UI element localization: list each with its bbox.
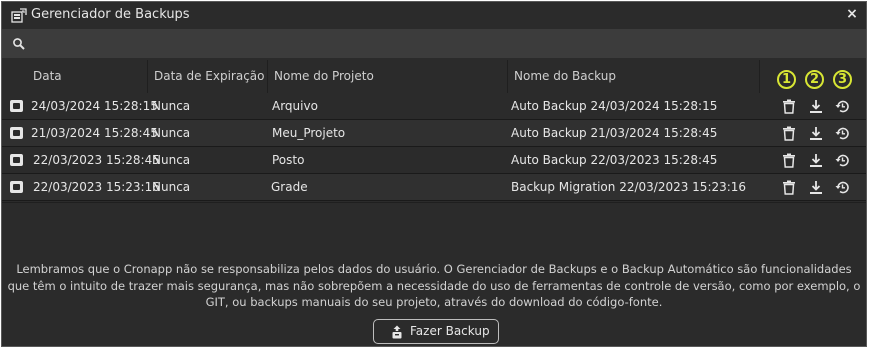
backups-table: Data Data de Expiração Nome do Projeto N… — [2, 60, 866, 202]
title-bar: Gerenciador de Backups × — [2, 2, 866, 29]
column-header-backup[interactable]: Nome do Backup — [507, 60, 759, 93]
trash-icon[interactable] — [782, 126, 796, 141]
backup-file-icon — [10, 181, 23, 193]
row-date: 22/03/2023 15:23:16 — [33, 180, 160, 194]
backup-manager-icon — [11, 8, 27, 23]
window-title: Gerenciador de Backups — [31, 7, 190, 22]
row-date: 21/03/2024 15:28:45 — [31, 126, 158, 140]
restore-icon[interactable] — [835, 180, 849, 195]
marker-download: 2 — [805, 70, 824, 89]
restore-icon[interactable] — [835, 153, 849, 168]
row-date: 24/03/2024 15:28:15 — [31, 99, 158, 113]
download-icon[interactable] — [809, 153, 823, 168]
row-backup-name: Auto Backup 21/03/2024 15:28:45 — [511, 126, 718, 140]
search-bar — [2, 29, 866, 58]
backup-file-icon — [10, 154, 23, 166]
make-backup-label: Fazer Backup — [410, 324, 490, 338]
download-icon[interactable] — [809, 180, 823, 195]
backup-manager-window: Gerenciador de Backups × Data Data de Ex… — [1, 1, 867, 347]
marker-restore: 3 — [833, 70, 852, 89]
row-project: Meu_Projeto — [272, 126, 346, 140]
table-row[interactable]: 24/03/2024 15:28:15 Nunca Arquivo Auto B… — [2, 93, 866, 120]
table-row[interactable]: 22/03/2023 15:28:45 Nunca Posto Auto Bac… — [2, 147, 866, 174]
table-row[interactable]: 22/03/2023 15:23:16 Nunca Grade Backup M… — [2, 174, 866, 201]
trash-icon[interactable] — [782, 153, 796, 168]
marker-delete: 1 — [777, 70, 796, 89]
row-expiration: Nunca — [152, 99, 191, 113]
row-date: 22/03/2023 15:28:45 — [33, 153, 160, 167]
table-header: Data Data de Expiração Nome do Projeto N… — [2, 60, 866, 94]
row-expiration: Nunca — [152, 180, 191, 194]
row-expiration: Nunca — [152, 126, 191, 140]
row-project: Posto — [272, 153, 305, 167]
table-row[interactable]: 21/03/2024 15:28:45 Nunca Meu_Projeto Au… — [2, 120, 866, 147]
download-icon[interactable] — [809, 99, 823, 114]
backup-file-icon — [10, 127, 23, 139]
close-button[interactable]: × — [844, 5, 860, 23]
make-backup-button[interactable]: Fazer Backup — [373, 319, 499, 344]
row-project: Arquivo — [272, 99, 318, 113]
search-icon — [13, 38, 25, 50]
restore-icon[interactable] — [835, 99, 849, 114]
trash-icon[interactable] — [782, 180, 796, 195]
trash-icon[interactable] — [782, 99, 796, 114]
search-input[interactable] — [32, 32, 858, 56]
table-footer — [2, 202, 866, 231]
row-project: Grade — [271, 180, 308, 194]
backup-file-icon — [10, 100, 23, 112]
row-expiration: Nunca — [152, 153, 191, 167]
download-icon[interactable] — [809, 126, 823, 141]
row-backup-name: Backup Migration 22/03/2023 15:23:16 — [511, 180, 747, 194]
restore-icon[interactable] — [835, 126, 849, 141]
column-header-project[interactable]: Nome do Projeto — [267, 60, 507, 93]
row-backup-name: Auto Backup 22/03/2023 15:28:45 — [511, 153, 718, 167]
disclaimer-text: Lembramos que o Cronapp não se responsab… — [7, 262, 861, 309]
backup-upload-icon — [392, 325, 402, 339]
column-header-date[interactable]: Data — [27, 60, 147, 93]
column-header-expiration[interactable]: Data de Expiração — [147, 60, 267, 93]
row-backup-name: Auto Backup 24/03/2024 15:28:15 — [511, 99, 718, 113]
